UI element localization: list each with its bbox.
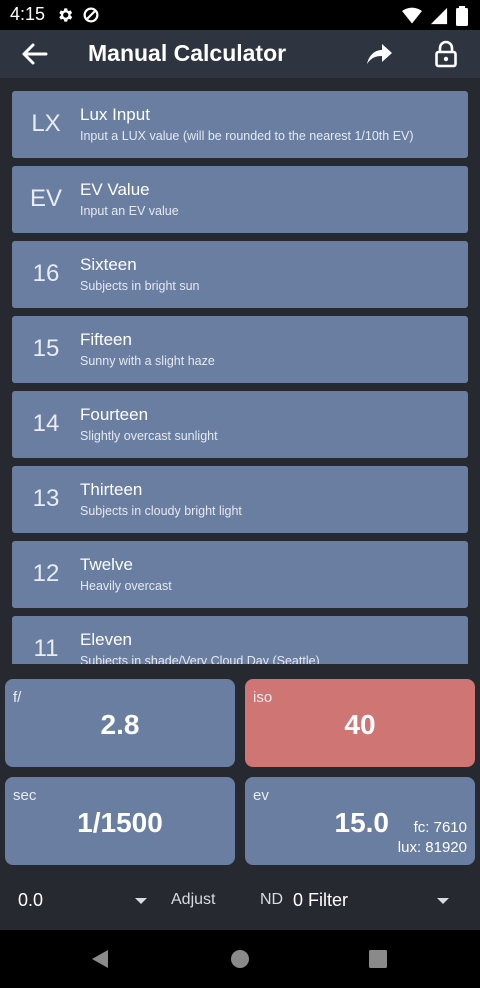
aperture-label: f/: [13, 689, 22, 706]
nav-back-icon[interactable]: [88, 947, 112, 971]
status-time: 4:15: [10, 4, 46, 24]
list-item-icon: 15: [32, 335, 60, 362]
list-item-title: Lux Input: [80, 105, 150, 124]
lux-readout: lux: 81920: [397, 839, 467, 856]
cell-signal-icon: [430, 7, 448, 25]
nd-filter-value: 0 Filter: [293, 890, 349, 910]
adjust-dropdown[interactable]: 0.0: [0, 866, 160, 930]
list-item-icon: 12: [32, 560, 60, 587]
status-icons-left: [56, 6, 100, 24]
shutter-value: 1/1500: [77, 807, 163, 838]
page-title: Manual Calculator: [88, 40, 287, 66]
list-item-ev-value[interactable]: EV EV Value Input an EV value: [12, 166, 468, 233]
adjust-label: Adjust: [171, 891, 216, 908]
ev-label: ev: [253, 787, 269, 804]
data-saver-icon: [83, 7, 99, 23]
chevron-down-icon: [437, 898, 449, 904]
status-icons-right: [402, 6, 468, 26]
iso-tile[interactable]: iso 40: [245, 679, 475, 767]
list-item-title: Fourteen: [80, 405, 149, 424]
list-item-icon: 16: [32, 260, 60, 287]
aperture-tile[interactable]: f/ 2.8: [5, 679, 235, 767]
list-item-subtitle: Input a LUX value (will be rounded to th…: [80, 129, 414, 143]
list-item-subtitle: Subjects in shade/Very Cloud Day (Seattl…: [80, 654, 320, 664]
list-item-icon: 14: [32, 410, 60, 437]
list-item-subtitle: Heavily overcast: [80, 579, 172, 593]
adjust-value: 0.0: [18, 890, 44, 910]
list-item-icon: 13: [32, 485, 60, 512]
footcandle-readout: fc: 7610: [413, 819, 467, 836]
list-item-ev-13[interactable]: 13 Thirteen Subjects in cloudy bright li…: [12, 466, 468, 533]
list-item-title: Sixteen: [80, 255, 137, 274]
list-item-lux-input[interactable]: LX Lux Input Input a LUX value (will be …: [12, 91, 468, 158]
list-item-subtitle: Input an EV value: [80, 204, 179, 218]
iso-label: iso: [253, 689, 273, 706]
nav-recents-icon[interactable]: [366, 947, 390, 971]
list-item-title: Eleven: [80, 630, 132, 649]
battery-icon: [456, 6, 468, 26]
app-bar: Manual Calculator: [0, 30, 480, 78]
list-item-subtitle: Sunny with a slight haze: [80, 354, 215, 368]
nd-filter-dropdown[interactable]: 0 Filter: [285, 866, 465, 930]
ev-value: 15.0: [334, 807, 390, 838]
list-item-icon: LX: [31, 110, 61, 137]
list-item-subtitle: Slightly overcast sunlight: [80, 429, 218, 443]
status-bar: 4:15: [0, 0, 480, 30]
list-item-title: Fifteen: [80, 330, 132, 349]
list-item-icon: 11: [33, 635, 59, 662]
list-item-ev-14[interactable]: 14 Fourteen Slightly overcast sunlight: [12, 391, 468, 458]
nd-label: ND: [260, 891, 284, 908]
list-item-subtitle: Subjects in bright sun: [80, 279, 200, 293]
lock-icon[interactable]: [432, 40, 460, 68]
shutter-tile[interactable]: sec 1/1500: [5, 777, 235, 865]
nav-home-icon[interactable]: [228, 947, 252, 971]
wifi-icon: [402, 7, 422, 24]
bottom-controls: 0.0 Adjust ND 0 Filter: [0, 866, 480, 930]
aperture-value: 2.8: [100, 709, 140, 740]
list-item-title: Twelve: [80, 555, 133, 574]
ev-preset-list[interactable]: LX Lux Input Input a LUX value (will be …: [0, 78, 480, 664]
share-icon[interactable]: [364, 40, 394, 68]
system-nav-bar: [0, 930, 480, 988]
back-arrow-icon[interactable]: [18, 40, 50, 68]
shutter-label: sec: [13, 787, 37, 804]
list-item-ev-16[interactable]: 16 Sixteen Subjects in bright sun: [12, 241, 468, 308]
list-item-ev-12[interactable]: 12 Twelve Heavily overcast: [12, 541, 468, 608]
list-item-title: Thirteen: [80, 480, 143, 499]
iso-value: 40: [344, 709, 376, 740]
settings-gear-icon: [59, 8, 73, 22]
list-item-subtitle: Subjects in cloudy bright light: [80, 504, 242, 518]
list-item-title: EV Value: [80, 180, 150, 199]
list-item-icon: EV: [29, 185, 62, 212]
list-item-ev-11[interactable]: 11 Eleven Subjects in shade/Very Cloud D…: [12, 616, 468, 664]
ev-tile[interactable]: ev 15.0 fc: 7610 lux: 81920: [245, 777, 475, 865]
chevron-down-icon: [135, 898, 147, 904]
list-item-ev-15[interactable]: 15 Fifteen Sunny with a slight haze: [12, 316, 468, 383]
